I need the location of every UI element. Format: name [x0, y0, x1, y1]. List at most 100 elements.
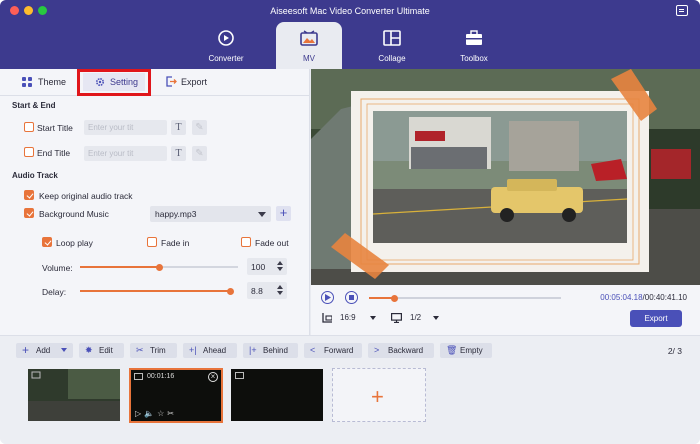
ahead-icon: +| — [189, 345, 197, 355]
add-button[interactable]: + Add — [16, 343, 73, 358]
preview-frame-image — [311, 69, 700, 285]
start-title-edit-button[interactable]: ✎ — [192, 120, 207, 135]
delay-value: 8.8 — [251, 286, 263, 296]
volume-slider-handle[interactable] — [156, 264, 163, 271]
tab-mv[interactable]: MV — [276, 22, 342, 69]
clip-thumbnail[interactable] — [28, 369, 120, 421]
stop-button[interactable] — [345, 291, 358, 304]
tab-toolbox[interactable]: Toolbox — [441, 22, 507, 69]
tab-theme-label: Theme — [38, 77, 67, 87]
volume-stepper[interactable]: 100 — [247, 258, 287, 275]
start-title-input[interactable]: Enter your tit — [84, 120, 167, 135]
page-count: 2/ 3 — [667, 346, 682, 356]
keep-original-audio-label: Keep original audio track — [39, 191, 133, 201]
current-time: 00:05:04.18 — [600, 293, 643, 302]
magic-wand-icon: ✸ — [85, 345, 93, 355]
collage-icon — [383, 30, 401, 46]
edit-button[interactable]: ✸ Edit — [79, 343, 124, 358]
backward-icon: > — [374, 345, 380, 355]
tab-export[interactable]: Export — [166, 75, 216, 91]
tab-label: Toolbox — [460, 54, 488, 63]
delay-label: Delay: — [42, 287, 67, 297]
timeline-handle[interactable] — [391, 295, 398, 302]
plus-icon: + — [22, 343, 30, 357]
fade-in-checkbox[interactable] — [147, 237, 157, 247]
screen-dropdown-icon[interactable] — [433, 316, 439, 320]
delay-slider-fill — [80, 290, 230, 292]
tab-label: Collage — [378, 54, 406, 63]
remove-clip-icon[interactable]: × — [208, 372, 218, 382]
aspect-ratio-value[interactable]: 16:9 — [340, 313, 356, 322]
video-preview — [311, 69, 700, 285]
total-time: /00:40:41.10 — [642, 293, 687, 302]
effects-icon[interactable]: ☆ — [157, 409, 167, 418]
start-title-checkbox[interactable] — [24, 122, 34, 132]
audio-track-heading: Audio Track — [12, 171, 58, 180]
converter-icon — [218, 30, 234, 46]
music-file-value: happy.mp3 — [155, 209, 197, 219]
time-readout: 00:05:04.18/00:40:41.10 — [600, 293, 687, 302]
clip-toolbar: + Add ✸ Edit ✂ Trim +| Ahead |+ Behind <… — [0, 335, 700, 365]
music-file-select[interactable]: happy.mp3 — [150, 206, 271, 222]
end-title-edit-button[interactable]: ✎ — [192, 146, 207, 161]
volume-label: Volume: — [42, 263, 73, 273]
stepper-arrows-icon[interactable] — [277, 261, 283, 271]
start-title-font-button[interactable]: T — [171, 120, 186, 135]
add-music-button[interactable]: + — [276, 206, 291, 221]
clip-actions: ▷🔈☆✂ — [135, 409, 177, 418]
ahead-label: Ahead — [203, 346, 227, 355]
volume-slider-fill — [80, 266, 159, 268]
film-icon — [235, 372, 244, 379]
behind-icon: |+ — [249, 345, 257, 355]
clip-image — [28, 369, 120, 421]
setting-highlight-box — [77, 69, 151, 96]
stepper-arrows-icon[interactable] — [277, 285, 283, 295]
trim-button[interactable]: ✂ Trim — [130, 343, 177, 358]
backward-label: Backward — [388, 346, 424, 355]
chevron-down-icon[interactable] — [61, 348, 67, 352]
chevron-down-icon — [258, 212, 266, 217]
clip-thumbnail-selected[interactable]: 00:01:16 × ▷🔈☆✂ — [129, 368, 223, 423]
screen-value[interactable]: 1/2 — [410, 313, 421, 322]
play-clip-icon[interactable]: ▷ — [135, 409, 144, 418]
empty-label: Empty — [460, 346, 483, 355]
delay-stepper[interactable]: 8.8 — [247, 282, 287, 299]
toolbox-icon — [466, 30, 482, 45]
cut-icon[interactable]: ✂ — [167, 409, 177, 418]
tab-collage[interactable]: Collage — [359, 22, 425, 69]
keep-original-audio-checkbox[interactable] — [24, 190, 34, 200]
app-window: Aiseesoft Mac Video Converter Ultimate C… — [0, 0, 700, 444]
settings-panel: Theme Setting Export Start & End Start T… — [0, 69, 310, 335]
ahead-button[interactable]: +| Ahead — [183, 343, 237, 358]
background-music-checkbox[interactable] — [24, 208, 34, 218]
screen-icon — [391, 313, 402, 323]
forward-label: Forward — [324, 346, 354, 355]
end-title-checkbox[interactable] — [24, 147, 34, 157]
add-label: Add — [36, 346, 51, 355]
delay-slider-handle[interactable] — [227, 288, 234, 295]
play-button[interactable] — [321, 291, 334, 304]
window-title: Aiseesoft Mac Video Converter Ultimate — [270, 6, 430, 16]
aspect-ratio-icon — [322, 313, 332, 323]
empty-button[interactable]: 🗑 Empty — [440, 343, 492, 358]
backward-button[interactable]: > Backward — [368, 343, 434, 358]
feedback-icon[interactable] — [676, 5, 688, 16]
volume-icon[interactable]: 🔈 — [144, 409, 157, 418]
trim-label: Trim — [150, 346, 166, 355]
tab-theme[interactable]: Theme — [22, 75, 72, 91]
loop-play-checkbox[interactable] — [42, 237, 52, 247]
behind-button[interactable]: |+ Behind — [243, 343, 298, 358]
trash-icon: 🗑 — [446, 345, 458, 355]
end-title-input[interactable]: Enter your tit — [84, 146, 167, 161]
mv-icon — [300, 30, 318, 46]
end-title-font-button[interactable]: T — [171, 146, 186, 161]
aspect-dropdown-icon[interactable] — [370, 316, 376, 320]
tab-converter[interactable]: Converter — [193, 22, 259, 69]
forward-button[interactable]: < Forward — [304, 343, 362, 358]
clip-thumbnail[interactable] — [231, 369, 323, 421]
tab-label: Converter — [208, 54, 244, 63]
fade-out-checkbox[interactable] — [241, 237, 251, 247]
export-button[interactable]: Export — [630, 310, 682, 327]
add-clip-placeholder[interactable]: + — [332, 368, 426, 422]
clip-strip: 00:01:16 × ▷🔈☆✂ + — [0, 365, 700, 444]
